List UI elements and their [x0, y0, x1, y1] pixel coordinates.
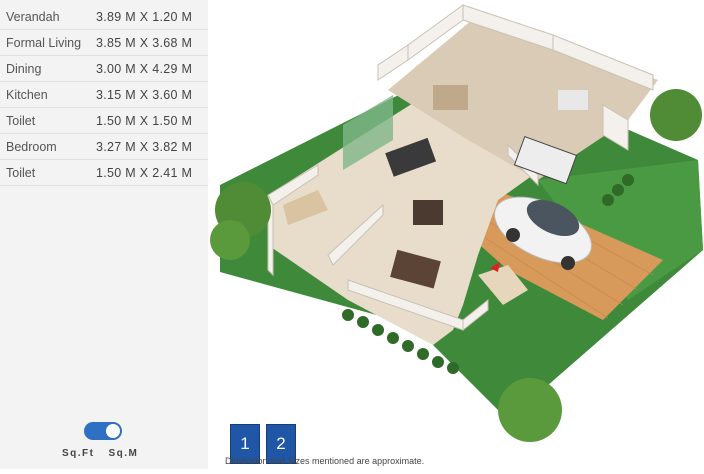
room-size: 3.85 M X 3.68 M — [96, 35, 193, 50]
room-row: Dining 3.00 M X 4.29 M — [0, 56, 208, 82]
floor-plan-illustration — [210, 4, 703, 442]
toilet-fixtures — [558, 90, 588, 110]
sqft-label[interactable]: Sq.Ft — [62, 448, 95, 459]
room-name: Bedroom — [6, 139, 57, 154]
room-name: Toilet — [6, 113, 36, 128]
room-name: Kitchen — [6, 87, 48, 102]
room-row: Toilet 1.50 M X 1.50 M — [0, 108, 208, 134]
room-size: 3.27 M X 3.82 M — [96, 139, 193, 154]
room-name: Formal Living — [6, 35, 82, 50]
room-size: 3.89 M X 1.20 M — [96, 9, 193, 24]
unit-toggle[interactable] — [84, 422, 122, 440]
room-name: Toilet — [6, 165, 36, 180]
unit-labels: Sq.Ft Sq.M — [62, 448, 138, 459]
room-size: 3.00 M X 4.29 M — [96, 61, 193, 76]
room-row: Bedroom 3.27 M X 3.82 M — [0, 134, 208, 160]
room-size: 1.50 M X 2.41 M — [96, 165, 193, 180]
room-row: Verandah 3.89 M X 1.20 M — [0, 4, 208, 30]
room-size: 1.50 M X 1.50 M — [96, 113, 193, 128]
room-size: 3.15 M X 3.60 M — [96, 87, 193, 102]
toggle-knob — [106, 424, 120, 438]
tree — [498, 378, 562, 442]
room-row: Formal Living 3.85 M X 3.68 M — [0, 30, 208, 56]
room-row: Kitchen 3.15 M X 3.60 M — [0, 82, 208, 108]
room-name: Verandah — [6, 9, 60, 24]
tree — [650, 89, 702, 141]
tree — [210, 220, 250, 260]
room-sizes-panel: Verandah 3.89 M X 1.20 M Formal Living 3.8… — [0, 0, 208, 469]
disclaimer-text: Dimension and Sizes mentioned are approx… — [225, 456, 425, 466]
floor-plan-render — [208, 0, 704, 469]
room-sizes-table: Verandah 3.89 M X 1.20 M Formal Living 3.8… — [0, 4, 208, 186]
room-row: Toilet 1.50 M X 2.41 M — [0, 160, 208, 186]
room-name: Dining — [6, 61, 42, 76]
sqm-label[interactable]: Sq.M — [109, 448, 139, 459]
kitchen-counter — [433, 85, 468, 110]
tv-unit — [413, 200, 443, 225]
